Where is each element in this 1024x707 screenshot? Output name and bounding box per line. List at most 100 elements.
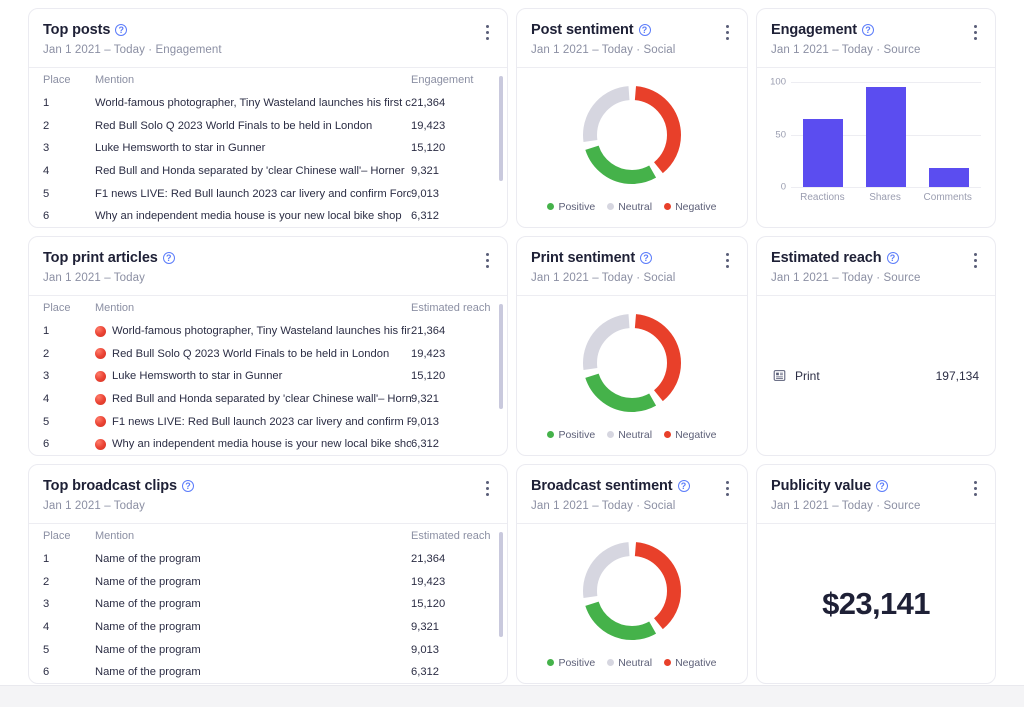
- kebab-menu-icon[interactable]: [719, 250, 735, 270]
- card-subtitle: Jan 1 2021 – Today · Source: [771, 44, 981, 56]
- cell-mention: Name of the program: [95, 576, 411, 588]
- bar-comments[interactable]: [929, 168, 969, 187]
- cell-mention: Why an independent media house is your n…: [112, 438, 411, 450]
- cell-mention: Red Bull Solo Q 2023 World Finals to be …: [112, 348, 389, 360]
- legend-label-neutral: Neutral: [618, 657, 652, 669]
- kebab-menu-icon[interactable]: [967, 22, 983, 42]
- help-circle-icon[interactable]: ?: [678, 480, 690, 492]
- bottom-strip: [0, 685, 1024, 707]
- legend-label-negative: Negative: [675, 657, 716, 669]
- cell-value: 19,423: [411, 120, 493, 132]
- mention-avatar-icon: [95, 348, 106, 359]
- cell-place: 3: [43, 598, 95, 610]
- legend-item-neutral[interactable]: Neutral: [607, 429, 652, 441]
- table-row[interactable]: 6 Why an independent media house is your…: [43, 205, 493, 227]
- card-header: Print sentiment ? Jan 1 2021 – Today · S…: [517, 237, 747, 296]
- legend-label-negative: Negative: [675, 201, 716, 213]
- kebab-menu-icon[interactable]: [479, 22, 495, 42]
- legend-item-positive[interactable]: Positive: [547, 429, 595, 441]
- kebab-menu-icon[interactable]: [967, 250, 983, 270]
- help-circle-icon[interactable]: ?: [639, 24, 651, 36]
- kebab-menu-icon[interactable]: [719, 22, 735, 42]
- table-row[interactable]: 5 F1 news LIVE: Red Bull launch 2023 car…: [43, 410, 493, 433]
- table-row[interactable]: 2 Red Bull Solo Q 2023 World Finals to b…: [43, 115, 493, 138]
- column-header-mention: Mention: [95, 530, 411, 542]
- table-row[interactable]: 3 Luke Hemsworth to star in Gunner 15,12…: [43, 365, 493, 388]
- column-header-value: Estimated reach: [411, 302, 493, 314]
- bar-shares[interactable]: [866, 87, 906, 187]
- cell-mention: Name of the program: [95, 666, 411, 678]
- help-circle-icon[interactable]: ?: [115, 24, 127, 36]
- legend-item-positive[interactable]: Positive: [547, 657, 595, 669]
- list-scrollbar[interactable]: [499, 532, 503, 637]
- kebab-menu-icon[interactable]: [719, 478, 735, 498]
- card-print-sentiment: Print sentiment ? Jan 1 2021 – Today · S…: [516, 236, 748, 456]
- table-row[interactable]: 4 Red Bull and Honda separated by 'clear…: [43, 388, 493, 411]
- table-row[interactable]: 1 World-famous photographer, Tiny Wastel…: [43, 92, 493, 115]
- table-row[interactable]: 2 Name of the program 19,423: [43, 571, 493, 594]
- legend-dot-positive: [547, 203, 554, 210]
- legend-item-negative[interactable]: Negative: [664, 429, 716, 441]
- help-circle-icon[interactable]: ?: [640, 252, 652, 264]
- card-header: Top broadcast clips ? Jan 1 2021 – Today: [29, 465, 507, 524]
- page-title: Top print articles: [43, 250, 158, 266]
- cell-mention: Luke Hemsworth to star in Gunner: [112, 370, 282, 382]
- cell-place: 5: [43, 188, 95, 200]
- cell-value: 15,120: [411, 370, 493, 382]
- cell-mention: Red Bull Solo Q 2023 World Finals to be …: [95, 120, 411, 132]
- kebab-menu-icon[interactable]: [967, 478, 983, 498]
- estimated-reach-row[interactable]: Print 197,134: [773, 369, 979, 383]
- card-header: Engagement ? Jan 1 2021 – Today · Source: [757, 9, 995, 68]
- table-row[interactable]: 3 Luke Hemsworth to star in Gunner 15,12…: [43, 137, 493, 160]
- help-circle-icon[interactable]: ?: [862, 24, 874, 36]
- cell-mention: F1 news LIVE: Red Bull launch 2023 car l…: [95, 188, 411, 200]
- bar-category-labels: Reactions Shares Comments: [791, 192, 981, 203]
- table-row[interactable]: 2 Red Bull Solo Q 2023 World Finals to b…: [43, 343, 493, 366]
- table-row[interactable]: 5 F1 news LIVE: Red Bull launch 2023 car…: [43, 182, 493, 205]
- cell-mention-wrap: Red Bull Solo Q 2023 World Finals to be …: [95, 348, 411, 360]
- legend-label-positive: Positive: [558, 657, 595, 669]
- legend-item-negative[interactable]: Negative: [664, 657, 716, 669]
- legend-item-positive[interactable]: Positive: [547, 201, 595, 213]
- card-subtitle: Jan 1 2021 – Today · Engagement: [43, 44, 493, 56]
- cell-place: 6: [43, 438, 95, 450]
- help-circle-icon[interactable]: ?: [887, 252, 899, 264]
- table-row[interactable]: 6 Name of the program 6,312: [43, 661, 493, 683]
- print-sentiment-donut-chart: [578, 309, 686, 417]
- cell-mention-wrap: Luke Hemsworth to star in Gunner: [95, 370, 411, 382]
- kebab-menu-icon[interactable]: [479, 250, 495, 270]
- page-title: Post sentiment: [531, 22, 634, 38]
- table-header-row: Place Mention Engagement: [43, 68, 493, 92]
- column-header-mention: Mention: [95, 74, 411, 86]
- legend-item-negative[interactable]: Negative: [664, 201, 716, 213]
- top-print-articles-table: Place Mention Estimated reach 1 World-fa…: [29, 296, 507, 455]
- mention-avatar-icon: [95, 439, 106, 450]
- gridline-0: [791, 187, 981, 188]
- card-subtitle: Jan 1 2021 – Today · Source: [771, 272, 981, 284]
- legend-item-neutral[interactable]: Neutral: [607, 201, 652, 213]
- list-scrollbar[interactable]: [499, 76, 503, 181]
- page-title: Top broadcast clips: [43, 478, 177, 494]
- page-title: Publicity value: [771, 478, 871, 494]
- card-subtitle: Jan 1 2021 – Today · Source: [771, 500, 981, 512]
- help-circle-icon[interactable]: ?: [876, 480, 888, 492]
- legend-item-neutral[interactable]: Neutral: [607, 657, 652, 669]
- cell-place: 1: [43, 97, 95, 109]
- table-row[interactable]: 5 Name of the program 9,013: [43, 638, 493, 661]
- help-circle-icon[interactable]: ?: [182, 480, 194, 492]
- table-row[interactable]: 6 Why an independent media house is your…: [43, 433, 493, 455]
- table-row[interactable]: 1 World-famous photographer, Tiny Wastel…: [43, 320, 493, 343]
- kebab-menu-icon[interactable]: [479, 478, 495, 498]
- card-header: Publicity value ? Jan 1 2021 – Today · S…: [757, 465, 995, 524]
- list-scrollbar[interactable]: [499, 304, 503, 409]
- table-row[interactable]: 4 Name of the program 9,321: [43, 616, 493, 639]
- metric-label: Print: [795, 369, 820, 383]
- table-row[interactable]: 1 Name of the program 21,364: [43, 548, 493, 571]
- post-sentiment-donut-chart: [578, 81, 686, 189]
- table-row[interactable]: 3 Name of the program 15,120: [43, 593, 493, 616]
- page-title: Broadcast sentiment: [531, 478, 673, 494]
- table-row[interactable]: 4 Red Bull and Honda separated by 'clear…: [43, 160, 493, 183]
- help-circle-icon[interactable]: ?: [163, 252, 175, 264]
- card-publicity-value: Publicity value ? Jan 1 2021 – Today · S…: [756, 464, 996, 684]
- bar-reactions[interactable]: [803, 119, 843, 187]
